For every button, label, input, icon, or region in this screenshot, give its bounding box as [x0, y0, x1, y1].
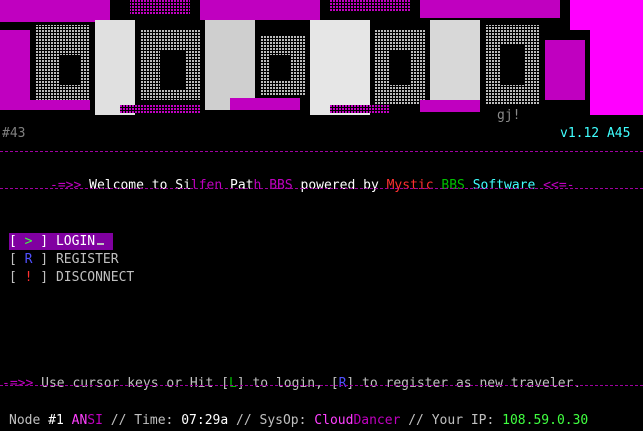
software-name-3: Software [472, 178, 536, 193]
time-value: 07:29a [181, 413, 229, 428]
time-label: // Time: [110, 413, 174, 428]
disconnect-key: ! [24, 270, 33, 285]
hint-prefix: -=>> [2, 376, 34, 391]
welcome-line: -=>> Welcome to Silfen Path BBS powered … [50, 162, 574, 194]
welcome-suffix: <<=- [543, 178, 575, 193]
node-label: Node [9, 413, 41, 428]
text-cursor [97, 243, 105, 245]
status-bar: Node #1 ANSI // Time: 07:29a // SysOp: C… [9, 397, 588, 429]
hint-text-3: ] to register as new traveler. [346, 376, 582, 391]
powered-by: powered by [300, 178, 379, 193]
menu-item-label: DISCONNECT [55, 270, 135, 285]
sysop-name-1: Cloud [314, 413, 354, 428]
menu-item-label: REGISTER [55, 252, 119, 267]
terminal-type-2: SI [87, 413, 103, 428]
hint-text-1: Use cursor keys or Hit [ [41, 376, 229, 391]
ip-label: // Your IP: [408, 413, 495, 428]
hint-line: -=>> Use cursor keys or Hit [L] to login… [2, 360, 581, 392]
sysop-name-2: Dancer [353, 413, 401, 428]
software-name-2: BBS [441, 178, 465, 193]
node-counter: #43 [2, 126, 26, 141]
version-label: v1.12 A45 [560, 126, 631, 141]
hint-text-2: ] to login, [ [236, 376, 339, 391]
ansi-art-banner: gj! [0, 0, 643, 124]
divider-top [0, 151, 643, 152]
divider-welcome [0, 188, 643, 189]
hint-key-login: L [228, 376, 237, 391]
bbs-name-1: Si [175, 178, 191, 193]
bbs-name-4: h [253, 178, 262, 193]
node-number: #1 [48, 413, 64, 428]
menu-item-disconnect[interactable]: [ ! ] DISCONNECT [9, 269, 134, 286]
bbs-name-5: BBS [269, 178, 293, 193]
divider-bottom [0, 385, 643, 386]
bbs-name-2: lfen [190, 178, 223, 193]
banner-signature: gj! [497, 108, 521, 123]
bbs-name-3: Pat [230, 178, 254, 193]
login-key-icon: > [24, 234, 33, 249]
menu-item-register[interactable]: [ R ] REGISTER [9, 251, 119, 268]
register-key: R [24, 252, 33, 267]
software-name-1: Mystic [386, 178, 434, 193]
welcome-text: Welcome to [89, 178, 168, 193]
welcome-prefix: -=>> [50, 178, 82, 193]
ip-value: 108.59.0.30 [502, 413, 589, 428]
menu-item-login[interactable]: [ > ] LOGIN [9, 233, 113, 250]
terminal-type-1: AN [71, 413, 88, 428]
menu-item-label: LOGIN [55, 234, 96, 249]
sysop-label: // SysOp: [236, 413, 307, 428]
